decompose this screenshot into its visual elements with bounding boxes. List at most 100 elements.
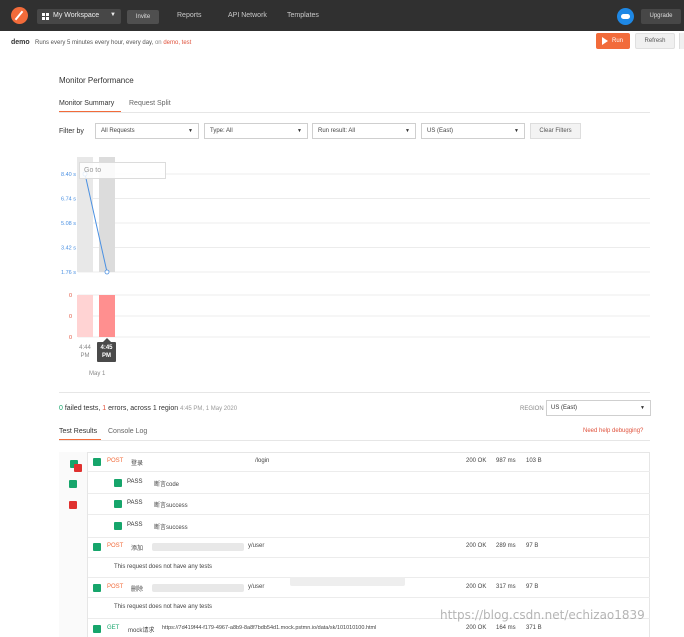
tab-request-split[interactable]: Request Split [129,100,171,107]
y-tick-label: 3.42 s [61,246,76,252]
redacted-url [152,584,244,592]
tab-monitor-summary[interactable]: Monitor Summary [59,100,114,107]
y-tick-label: 0 [69,314,72,320]
request-name[interactable]: 删除 [131,584,143,593]
iteration-status-icon[interactable] [74,464,82,472]
filter-run-result-value: Run result: All [318,128,356,134]
y-tick-label: 8.40 s [61,172,76,178]
filter-type-select[interactable]: Type: All ▼ [204,123,308,139]
errors-count: 1 [102,405,107,412]
row-divider [88,597,650,598]
pass-icon [114,500,122,508]
monitor-schedule: Runs every 5 minutes every hour, every d… [35,40,191,46]
filter-region-value: US (East) [427,128,454,134]
response-size: 97 B [526,584,539,590]
divider [59,392,650,393]
pass-icon [114,522,122,530]
nav-reports[interactable]: Reports [177,12,202,19]
assert-result: PASS [127,522,143,528]
request-path: y/user [248,584,265,590]
play-icon [602,37,608,45]
request-method: POST [107,543,124,549]
run-button[interactable]: Run [596,33,630,49]
refresh-button[interactable]: Refresh [635,33,675,49]
more-actions-button[interactable] [679,33,684,49]
response-status: 200 OK [466,584,487,590]
iteration-strip [59,452,88,637]
response-time: 289 ms [496,543,516,549]
redacted-overlay [290,577,405,586]
grid-icon [42,13,49,20]
y-tick-label: 0 [69,293,72,299]
invite-button[interactable]: Invite [127,10,159,24]
goto-input[interactable]: Go to [79,162,166,179]
region-label: REGION [520,406,544,412]
tab-test-results[interactable]: Test Results [59,428,97,435]
run-summary: 0 failed tests, 1 errors, across 1 regio… [59,405,237,412]
nav-templates[interactable]: Templates [287,12,319,19]
active-tab-indicator [59,439,101,440]
request-name[interactable]: mock请求 [128,625,154,634]
response-size: 103 B [526,458,542,464]
schedule-text: Runs every 5 minutes every hour, every d… [35,40,154,46]
help-link[interactable]: Need help debugging? [583,428,643,434]
request-status-icon [93,584,101,592]
workspace-switcher[interactable]: My Workspace ▼ [37,9,121,24]
assert-result: PASS [127,479,143,485]
postman-logo-icon[interactable] [11,7,28,24]
response-time: 317 ms [496,584,516,590]
active-tab-indicator [59,111,121,112]
failed-text: failed tests, [64,405,101,412]
y-tick-label: 1.76 s [61,270,76,276]
request-status-icon [93,458,101,466]
request-status-icon [93,625,101,633]
response-status: 200 OK [466,458,487,464]
upgrade-button[interactable]: Upgrade [641,9,681,24]
clear-filters-button[interactable]: Clear Filters [530,123,581,139]
iteration-status-icon[interactable] [69,501,77,509]
nav-api-network[interactable]: API Network [228,12,267,19]
response-status: 200 OK [466,625,487,631]
collection-link[interactable]: demo, [163,40,180,46]
tab-console-log[interactable]: Console Log [108,428,147,435]
filter-type-value: Type: All [210,128,233,134]
failure-bar [99,295,115,337]
request-name[interactable]: 登录 [131,458,143,467]
top-navigation-bar: My Workspace ▼ Invite Reports API Networ… [0,0,684,31]
y-tick-label: 5.08 s [61,221,76,227]
filter-label: Filter by [59,128,84,135]
failure-bar [77,295,93,337]
filter-region-select[interactable]: US (East) ▼ [421,123,525,139]
iteration-status-icon[interactable] [69,480,77,488]
request-status-icon [93,543,101,551]
x-tick-text: 4:44 PM [79,345,91,359]
cloud-sync-icon[interactable] [617,8,634,25]
filter-requests-value: All Requests [101,128,135,134]
on-word: on [154,40,162,46]
request-path: /login [255,458,270,464]
assert-result: PASS [127,500,143,506]
chevron-down-icon: ▼ [405,128,410,134]
request-method: GET [107,625,120,631]
y-tick-label: 0 [69,335,72,341]
monitor-name: demo [11,39,30,46]
chevron-down-icon: ▼ [297,128,302,134]
request-name[interactable]: 添加 [131,543,143,552]
chevron-down-icon: ▼ [110,12,116,18]
x-tick-label-selected[interactable]: 4:45 PM [97,342,116,362]
request-method: POST [107,584,124,590]
filter-run-result-select[interactable]: Run result: All ▼ [312,123,416,139]
region-select[interactable]: US (East) ▼ [546,400,651,416]
chevron-down-icon: ▼ [514,128,519,134]
row-divider [88,537,650,538]
errors-text: errors, across 1 region [108,405,179,412]
watermark: https://blog.csdn.net/echizao1839 [440,608,645,622]
request-path: y/user [248,543,265,549]
request-method: POST [107,458,124,464]
environment-link[interactable]: test [182,40,192,46]
x-tick-text: 4:45 PM [100,345,113,359]
assert-name: 断言success [154,525,188,531]
chevron-down-icon: ▼ [188,128,193,134]
filter-requests-select[interactable]: All Requests ▼ [95,123,199,139]
row-divider [88,514,650,515]
